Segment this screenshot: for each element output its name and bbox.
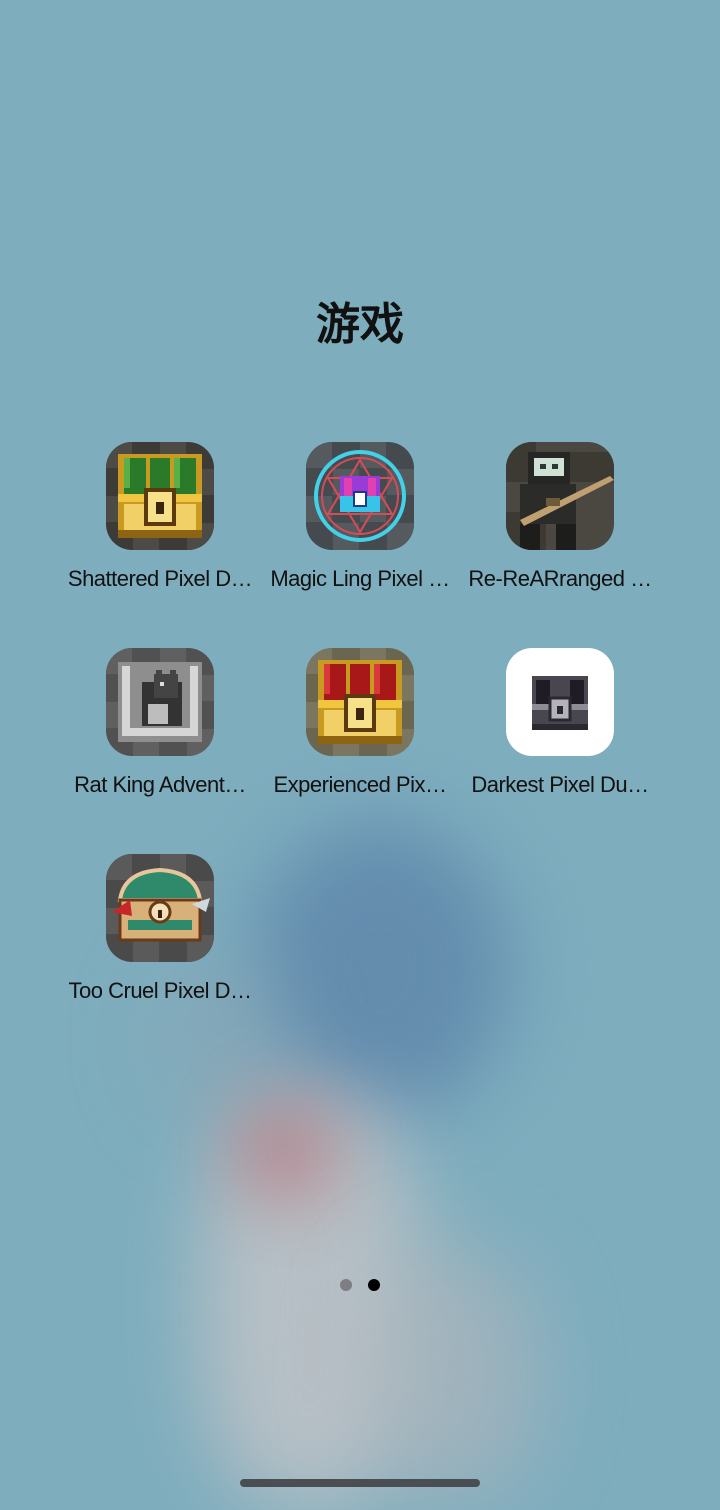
app-shattered-pixel-dungeon[interactable]: Shattered Pixel D… xyxy=(60,442,260,592)
mimic-chest-icon xyxy=(106,854,214,962)
app-magic-ling-pixel-dungeon[interactable]: Magic Ling Pixel … xyxy=(260,442,460,592)
page-dot[interactable] xyxy=(340,1279,352,1291)
app-label: Too Cruel Pixel D… xyxy=(68,978,252,1003)
page-indicator[interactable] xyxy=(340,1279,384,1293)
app-grid: Shattered Pixel D… Magic Ling Pixel … Re… xyxy=(0,0,720,1501)
app-label: Magic Ling Pixel … xyxy=(270,566,450,591)
app-experienced-pixel-dungeon[interactable]: Experienced Pix… xyxy=(260,648,460,798)
magic-circle-chest-icon xyxy=(306,442,414,550)
app-label: Experienced Pix… xyxy=(273,772,447,797)
app-too-cruel-pixel-dungeon[interactable]: Too Cruel Pixel D… xyxy=(60,854,260,1004)
rat-king-icon xyxy=(106,648,214,756)
app-label: Darkest Pixel Du… xyxy=(471,772,649,797)
app-label: Rat King Advent… xyxy=(74,772,246,797)
app-darkest-pixel-dungeon[interactable]: Darkest Pixel Du… xyxy=(460,648,660,798)
dark-chest-icon xyxy=(506,648,614,756)
home-indicator-bar[interactable] xyxy=(240,1479,480,1487)
sniper-soldier-icon xyxy=(506,442,614,550)
page-dot-active[interactable] xyxy=(368,1279,380,1291)
treasure-chest-green-icon xyxy=(106,442,214,550)
app-rat-king-adventure[interactable]: Rat King Advent… xyxy=(60,648,260,798)
app-re-rearranged[interactable]: Re-ReARranged … xyxy=(460,442,660,592)
treasure-chest-red-icon xyxy=(306,648,414,756)
app-label: Shattered Pixel D… xyxy=(67,566,253,591)
app-label: Re-ReARranged … xyxy=(468,566,652,591)
